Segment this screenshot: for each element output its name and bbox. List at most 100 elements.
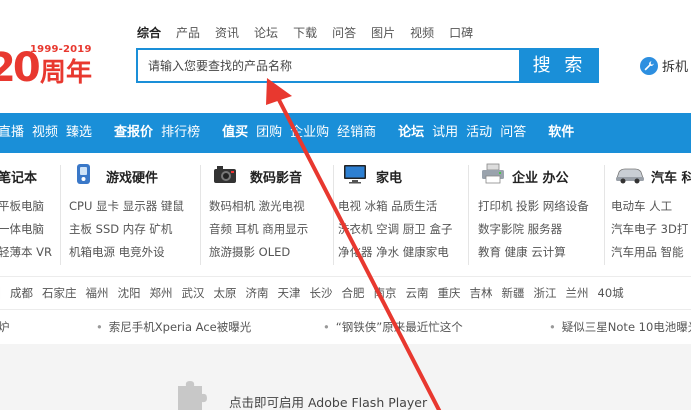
category-auto: 汽车 科 电动车 人工 汽车电子 3D打 汽车用品 智能	[606, 153, 691, 271]
site-logo[interactable]: 1999-2019 20 周年	[0, 40, 108, 88]
search-tab-images[interactable]: 图片	[371, 24, 395, 42]
camera-icon	[214, 166, 236, 183]
search-tab-download[interactable]: 下载	[293, 24, 317, 42]
city-link[interactable]: 沈阳	[118, 285, 141, 301]
car-icon	[616, 168, 644, 184]
category-links[interactable]: 教育 健康 云计算	[478, 244, 566, 260]
category-links[interactable]: 轻薄本 VR	[0, 244, 52, 260]
city-link[interactable]: 云南	[406, 285, 429, 301]
search-tab-all[interactable]: 综合	[137, 24, 161, 42]
category-title[interactable]: 企业 办公	[512, 167, 569, 186]
nav-item-selection[interactable]: 臻选	[66, 113, 92, 153]
city-link[interactable]: 天津	[278, 285, 301, 301]
category-links[interactable]: 旅游摄影 OLED	[209, 244, 290, 260]
category-links[interactable]: 汽车用品 智能	[611, 244, 684, 260]
city-link[interactable]: 郑州	[150, 285, 173, 301]
city-link[interactable]: 成都	[10, 285, 33, 301]
category-digital-av: 数码影音 数码相机 激光电视 音频 耳机 商用显示 旅游摄影 OLED	[202, 153, 336, 271]
category-panel: 笔记本 平板电脑 一体电脑 轻薄本 VR 游戏硬件 CPU 显卡 显示器 键鼠 …	[0, 153, 691, 271]
city-link[interactable]: 福州	[86, 285, 109, 301]
teardown-label: 拆机	[662, 60, 689, 75]
city-link[interactable]: 40城	[598, 285, 624, 301]
search-tab-reviews[interactable]: 口碑	[449, 24, 473, 42]
city-link[interactable]: 新疆	[502, 285, 525, 301]
logo-word: 周年	[40, 58, 93, 88]
search-input[interactable]	[138, 50, 519, 81]
search-tab-video[interactable]: 视频	[410, 24, 434, 42]
nav-item-deals[interactable]: 值买	[222, 113, 248, 153]
nav-item-price[interactable]: 查报价	[114, 113, 153, 153]
logo-years: 1999-2019	[30, 44, 92, 55]
nav-item-groupbuy[interactable]: 团购	[256, 113, 282, 153]
category-game-hardware: 游戏硬件 CPU 显卡 显示器 键鼠 主板 SSD 内存 矿机 机箱电源 电竞外…	[62, 153, 202, 271]
search-tab-news[interactable]: 资讯	[215, 24, 239, 42]
nav-item-live[interactable]: 直播	[0, 113, 24, 153]
search-tabs: 综合 产品 资讯 论坛 下载 问答 图片 视频 口碑	[137, 24, 488, 42]
divider	[468, 165, 469, 265]
search-box	[136, 48, 521, 83]
category-title[interactable]: 家电	[376, 167, 402, 186]
wrench-icon	[640, 56, 658, 75]
nav-item-qa[interactable]: 问答	[500, 113, 526, 153]
city-link[interactable]: 南京	[374, 285, 397, 301]
header: 1999-2019 20 周年 综合 产品 资讯 论坛 下载 问答 图片 视频 …	[0, 0, 691, 112]
news-item[interactable]: • 索尼手机Xperia Ace被曝光	[96, 319, 251, 335]
city-link[interactable]: 重庆	[438, 285, 461, 301]
news-item[interactable]: • “钢铁侠”原来最近忙这个	[323, 319, 463, 335]
category-links[interactable]: 平板电脑	[0, 198, 44, 214]
search-tab-qa[interactable]: 问答	[332, 24, 356, 42]
nav-item-dealers[interactable]: 经销商	[337, 113, 376, 153]
search-tab-forum[interactable]: 论坛	[254, 24, 278, 42]
category-links[interactable]: 打印机 投影 网络设备	[478, 198, 589, 214]
tv-icon	[344, 165, 366, 184]
printer-icon	[482, 163, 504, 184]
city-link[interactable]: 兰州	[566, 285, 589, 301]
category-links[interactable]: 音频 耳机 商用显示	[209, 221, 308, 237]
puzzle-plugin-icon	[178, 381, 207, 410]
nav-item-trial[interactable]: 试用	[432, 113, 458, 153]
city-link[interactable]: 济南	[246, 285, 269, 301]
divider	[60, 165, 61, 265]
category-links[interactable]: CPU 显卡 显示器 键鼠	[69, 198, 184, 214]
city-link[interactable]: 合肥	[342, 285, 365, 301]
divider	[200, 165, 201, 265]
category-links[interactable]: 主板 SSD 内存 矿机	[69, 221, 172, 237]
category-title[interactable]: 汽车 科	[651, 167, 691, 186]
category-links[interactable]: 数字影院 服务器	[478, 221, 562, 237]
category-title[interactable]: 数码影音	[250, 167, 302, 186]
category-links[interactable]: 电视 冰箱 品质生活	[338, 198, 437, 214]
news-item[interactable]: 炉	[0, 319, 10, 335]
category-links[interactable]: 一体电脑	[0, 221, 44, 237]
city-link[interactable]: 长沙	[310, 285, 333, 301]
city-link[interactable]: 吉林	[470, 285, 493, 301]
city-link[interactable]: 石家庄	[42, 285, 77, 301]
search-tab-product[interactable]: 产品	[176, 24, 200, 42]
header-teardown-link[interactable]: 拆机	[640, 56, 688, 75]
category-links[interactable]: 数码相机 激光电视	[209, 198, 305, 214]
nav-item-ranking[interactable]: 排行榜	[161, 113, 200, 153]
nav-item-events[interactable]: 活动	[466, 113, 492, 153]
nav-item-software[interactable]: 软件	[548, 113, 574, 153]
city-row: 全国 成都 石家庄 福州 沈阳 郑州 武汉 太原 济南 天津 长沙 合肥 南京 …	[0, 276, 691, 310]
category-title[interactable]: 笔记本	[0, 167, 37, 186]
nav-item-enterprise[interactable]: 企业购	[290, 113, 329, 153]
city-link[interactable]: 太原	[214, 285, 237, 301]
nav-item-video[interactable]: 视频	[32, 113, 58, 153]
category-title[interactable]: 游戏硬件	[106, 167, 158, 186]
city-link[interactable]: 全国	[0, 285, 1, 301]
nav-item-forum[interactable]: 论坛	[398, 113, 424, 153]
game-hardware-icon	[77, 164, 90, 184]
city-link[interactable]: 武汉	[182, 285, 205, 301]
category-links[interactable]: 机箱电源 电竞外设	[69, 244, 165, 260]
divider	[604, 165, 605, 265]
category-links[interactable]: 净化器 净水 健康家电	[338, 244, 449, 260]
city-link[interactable]: 浙江	[534, 285, 557, 301]
news-item[interactable]: • 疑似三星Note 10电池曝光	[549, 319, 691, 335]
flash-enable-text: 点击即可启用 Adobe Flash Player	[229, 395, 428, 410]
flash-placeholder[interactable]: 点击即可启用 Adobe Flash Player	[0, 344, 691, 410]
search-button[interactable]: 搜 索	[520, 48, 599, 83]
category-links[interactable]: 电动车 人工	[611, 198, 672, 214]
category-links[interactable]: 洗衣机 空调 厨卫 盒子	[338, 221, 452, 237]
category-links[interactable]: 汽车电子 3D打	[611, 221, 688, 237]
category-laptop: 笔记本 平板电脑 一体电脑 轻薄本 VR	[0, 153, 60, 271]
